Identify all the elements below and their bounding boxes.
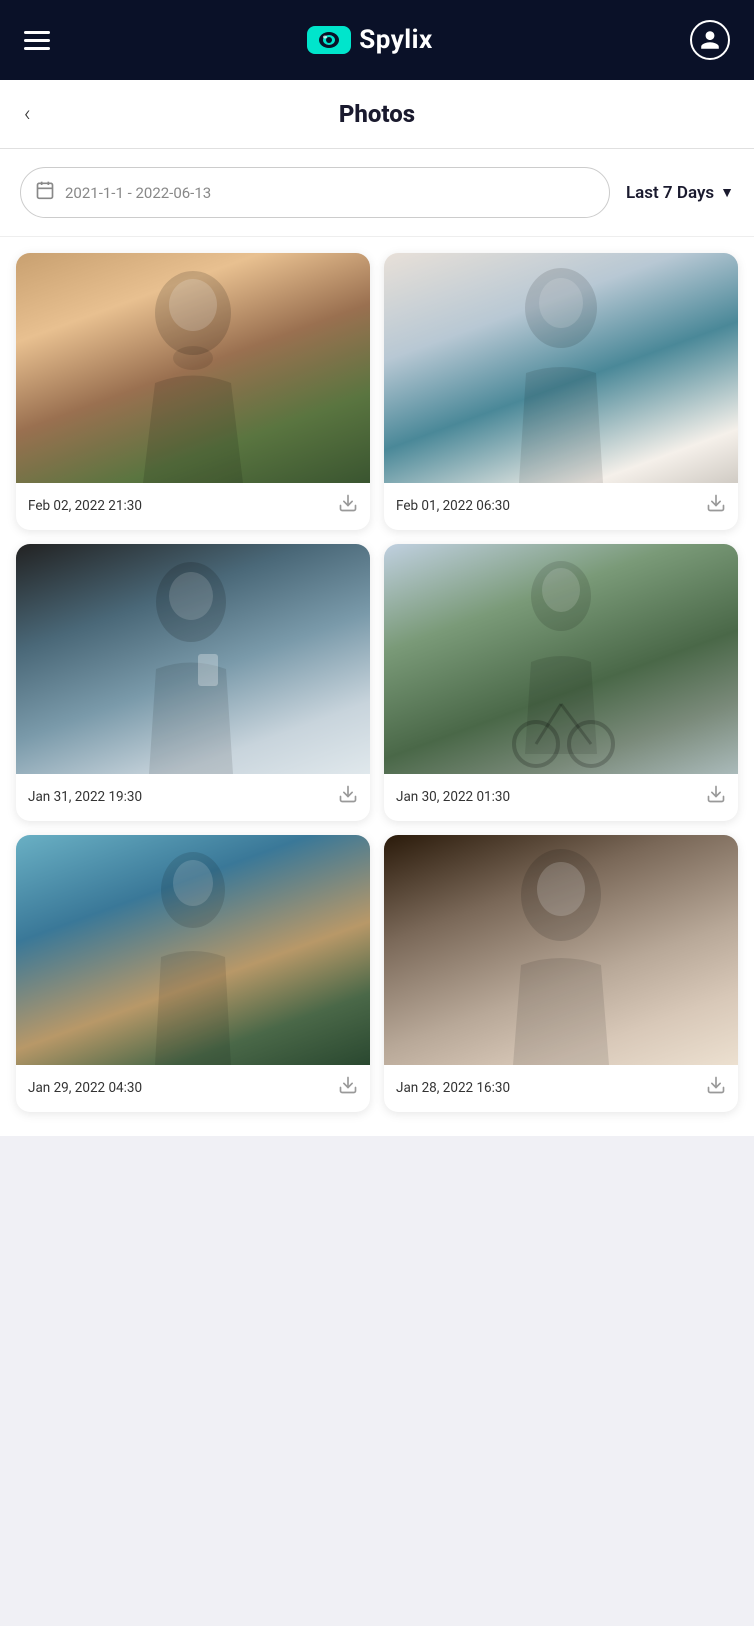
download-icon[interactable] (338, 493, 358, 518)
download-icon[interactable] (338, 784, 358, 809)
back-button[interactable]: ‹ (24, 102, 31, 127)
photo-card[interactable]: Jan 28, 2022 16:30 (384, 835, 738, 1112)
days-filter-label: Last 7 Days (626, 183, 714, 203)
photo-date: Jan 29, 2022 04:30 (28, 1080, 142, 1096)
photo-card[interactable]: Jan 29, 2022 04:30 (16, 835, 370, 1112)
photo-date: Jan 31, 2022 19:30 (28, 789, 142, 805)
calendar-icon (35, 180, 55, 205)
logo: Spylix (307, 25, 433, 55)
app-header: Spylix (0, 0, 754, 80)
chevron-down-icon: ▼ (720, 184, 734, 201)
download-icon[interactable] (338, 1075, 358, 1100)
photo-card[interactable]: Jan 31, 2022 19:30 (16, 544, 370, 821)
filter-row: 2021-1-1 - 2022-06-13 Last 7 Days ▼ (0, 149, 754, 237)
logo-icon (307, 26, 351, 54)
download-icon[interactable] (706, 784, 726, 809)
profile-icon (699, 29, 721, 51)
photos-grid: Feb 02, 2022 21:30 Feb 01, 2022 06:30 Ja… (16, 253, 738, 1112)
days-filter-dropdown[interactable]: Last 7 Days ▼ (626, 183, 734, 203)
photo-card[interactable]: Feb 02, 2022 21:30 (16, 253, 370, 530)
date-range-text: 2021-1-1 - 2022-06-13 (65, 184, 211, 202)
menu-icon[interactable] (24, 31, 50, 50)
photos-section: Feb 02, 2022 21:30 Feb 01, 2022 06:30 Ja… (0, 237, 754, 1136)
profile-button[interactable] (690, 20, 730, 60)
photo-date: Feb 01, 2022 06:30 (396, 498, 510, 514)
photo-date: Jan 28, 2022 16:30 (396, 1080, 510, 1096)
photo-card[interactable]: Jan 30, 2022 01:30 (384, 544, 738, 821)
photo-card[interactable]: Feb 01, 2022 06:30 (384, 253, 738, 530)
page-header: ‹ Photos (0, 80, 754, 149)
download-icon[interactable] (706, 493, 726, 518)
photo-date: Feb 02, 2022 21:30 (28, 498, 142, 514)
download-icon[interactable] (706, 1075, 726, 1100)
logo-text: Spylix (359, 25, 433, 55)
page-title: Photos (24, 100, 730, 128)
date-range-picker[interactable]: 2021-1-1 - 2022-06-13 (20, 167, 610, 218)
photo-date: Jan 30, 2022 01:30 (396, 789, 510, 805)
